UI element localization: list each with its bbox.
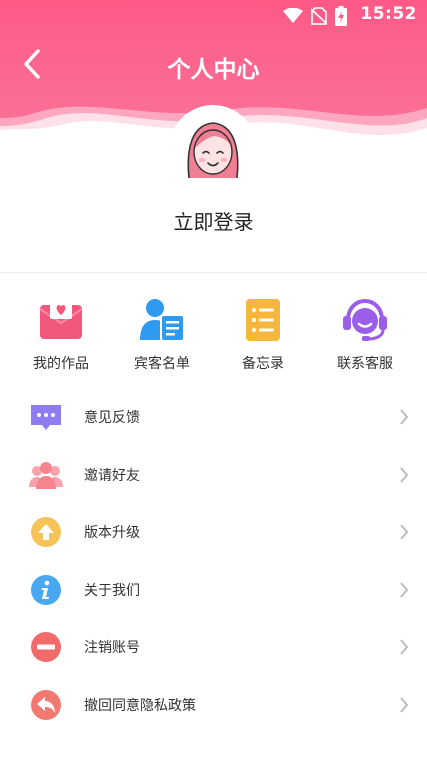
menu-item-label: 关于我们 xyxy=(84,582,140,599)
quick-action-label: 宾客名单 xyxy=(134,356,190,372)
menu-item-cancel-account[interactable]: 注销账号 xyxy=(0,618,427,676)
cancel-account-icon xyxy=(31,632,61,663)
avatar[interactable] xyxy=(172,108,254,190)
info-icon xyxy=(31,574,61,605)
chevron-right-icon xyxy=(400,582,409,598)
menu-item-revoke-privacy[interactable]: 撤回同意隐私政策 xyxy=(0,676,427,734)
guest-card-icon xyxy=(140,299,185,342)
heart-envelope-icon xyxy=(39,301,83,339)
feedback-chat-icon xyxy=(31,405,61,430)
menu-item-about-us[interactable]: 关于我们 xyxy=(0,561,427,619)
status-bar: 15:52 xyxy=(0,0,427,30)
status-icons xyxy=(283,6,347,26)
quick-action-label: 联系客服 xyxy=(337,356,393,372)
menu-item-invite-friends[interactable]: 邀请好友 xyxy=(0,446,427,504)
quick-action-my-works[interactable]: 我的作品 xyxy=(11,295,111,373)
quick-actions: 我的作品 宾客名单 备忘录 联系客服 xyxy=(0,295,427,375)
page-title: 个人中心 xyxy=(167,57,260,83)
quick-action-label: 备忘录 xyxy=(242,356,284,372)
menu-item-label: 注销账号 xyxy=(84,640,140,657)
girl-avatar-icon xyxy=(187,122,239,179)
chevron-right-icon xyxy=(400,524,409,540)
menu-item-label: 版本升级 xyxy=(84,525,140,542)
quick-action-guest-list[interactable]: 宾客名单 xyxy=(112,295,212,373)
customer-service-headset-icon xyxy=(343,298,387,341)
quick-action-label: 我的作品 xyxy=(33,356,89,372)
divider xyxy=(0,272,427,273)
chevron-right-icon xyxy=(400,639,409,656)
menu-item-feedback[interactable]: 意见反馈 xyxy=(0,388,427,446)
quick-action-customer-service[interactable]: 联系客服 xyxy=(315,295,415,373)
no-sim-icon xyxy=(311,7,327,25)
chevron-right-icon xyxy=(400,409,409,425)
quick-action-memo[interactable]: 备忘录 xyxy=(213,295,313,373)
invite-friends-icon xyxy=(29,461,63,489)
menu-list: 意见反馈 邀请好友 版本升级 关于我们 注销账号 撤回同意隐私政策 xyxy=(0,388,427,734)
menu-item-version-upgrade[interactable]: 版本升级 xyxy=(0,503,427,561)
login-button[interactable]: 立即登录 xyxy=(0,206,427,235)
menu-item-label: 邀请好友 xyxy=(84,467,140,484)
menu-item-label: 意见反馈 xyxy=(84,410,140,426)
revoke-undo-icon xyxy=(31,689,61,720)
battery-charging-icon xyxy=(335,6,347,26)
chevron-right-icon xyxy=(400,466,409,483)
memo-list-icon xyxy=(246,299,280,341)
upgrade-arrow-icon xyxy=(31,517,61,548)
wifi-icon xyxy=(283,8,303,23)
chevron-right-icon xyxy=(400,697,409,713)
menu-item-label: 撤回同意隐私政策 xyxy=(84,697,196,714)
status-time: 15:52 xyxy=(360,4,417,24)
